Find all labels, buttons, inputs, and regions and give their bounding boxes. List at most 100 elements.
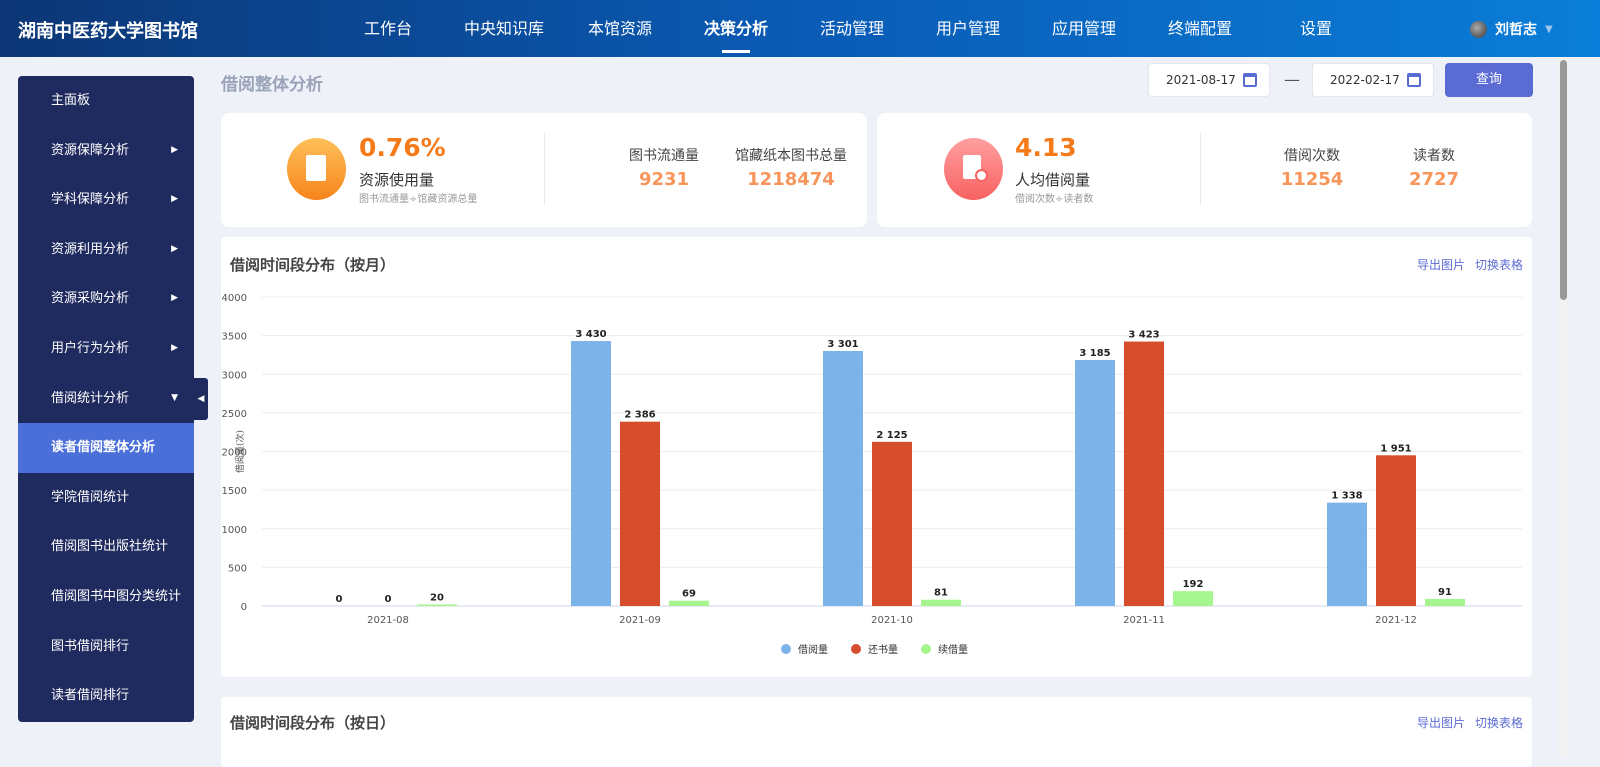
chevron-down-icon: ▼ [1545,23,1553,35]
sidebar-item-label: 主面板 [51,93,91,108]
data-label: 1 338 [1331,491,1362,502]
y-tick-label: 1000 [222,525,247,536]
nav-item[interactable]: 中央知识库 [446,0,562,57]
stat-borrow-count: 借阅次数 11254 [1242,145,1382,190]
sidebar-item-label: 用户行为分析 [51,340,130,356]
collapse-sidebar-button[interactable]: ◀ [194,378,208,420]
stat-title: 借阅次数 [1284,148,1340,164]
sidebar-item-label: 资源利用分析 [51,241,130,257]
bar[interactable] [1327,502,1367,606]
y-tick-label: 3000 [222,370,247,381]
nav-item[interactable]: 应用管理 [1026,0,1142,57]
per-capita-card: 4.13 人均借阅量 借阅次数÷读者数 借阅次数 11254 读者数 2727 [877,113,1532,227]
sidebar-item-label: 学科保障分析 [51,192,130,208]
data-label: 91 [1438,587,1452,598]
sidebar-item[interactable]: 读者借阅排行 [18,671,194,721]
nav-item[interactable]: 设置 [1258,0,1374,57]
bar[interactable] [417,604,457,606]
sidebar-item[interactable]: 用户行为分析 ▶ [18,324,194,374]
stat-title: 图书流通量 [629,148,699,164]
user-menu[interactable]: 刘哲志 ▼ [1470,19,1553,39]
export-image-link[interactable]: 导出图片 [1417,714,1465,731]
bar[interactable] [921,599,961,606]
data-label: 192 [1183,579,1204,590]
date-from-input[interactable]: 2021-08-17 [1148,63,1270,97]
x-tick-label: 2021-12 [1375,615,1417,626]
bar[interactable] [669,600,709,606]
query-button[interactable]: 查询 [1445,63,1533,97]
sidebar-item[interactable]: 读者借阅整体分析 [18,423,194,473]
stat-value: 9231 [638,169,690,190]
book-icon [287,138,346,200]
sidebar-item-label: 借阅图书中图分类统计 [51,588,182,604]
bar[interactable] [1376,455,1416,606]
bar[interactable] [1425,598,1465,606]
x-tick-label: 2021-09 [619,615,661,626]
stat-value: 1218474 [747,169,835,190]
monthly-chart-card: 借阅时间段分布（按月） 导出图片 切换表格 0 500 1000 1500 2000 250… [221,237,1532,677]
data-label: 3 423 [1128,330,1159,341]
data-label: 3 185 [1079,348,1110,359]
sidebar-item[interactable]: 主面板 [18,76,194,126]
usage-label: 资源使用量 [359,171,435,189]
stat-title: 馆藏纸本图书总量 [735,148,847,164]
sidebar-item[interactable]: 资源利用分析 ▶ [18,225,194,275]
caret-right-icon: ▶ [171,293,178,304]
y-tick-label: 0 [241,602,247,613]
nav-item[interactable]: 终端配置 [1142,0,1258,57]
sidebar-item[interactable]: 学院借阅统计 [18,473,194,523]
date-from-value: 2021-08-17 [1166,73,1236,87]
stat-title: 读者数 [1413,148,1455,164]
legend-label[interactable]: 借阅量 [798,643,828,656]
y-tick-label: 4000 [222,293,247,304]
sidebar-item[interactable]: 学科保障分析 ▶ [18,175,194,225]
data-label: 0 [385,594,392,605]
bar[interactable] [1173,591,1213,606]
sidebar-item-label: 图书借阅排行 [51,638,130,654]
sidebar-item[interactable]: 借阅图书中图分类统计 [18,572,194,622]
sidebar-item-label: 资源保障分析 [51,142,130,158]
bar[interactable] [1075,359,1115,606]
sidebar-item[interactable]: 图书借阅排行 [18,622,194,672]
date-separator: — [1284,70,1300,89]
avatar [1470,20,1487,38]
bar[interactable] [823,350,863,606]
y-tick-label: 2500 [222,409,247,420]
per-capita-formula: 借阅次数÷读者数 [1015,194,1094,205]
bar-chart: 0 500 1000 1500 20 0 0 2500 3000 3500 4000 借阅量(次) 20… [222,293,1522,656]
sidebar-item-label: 资源采购分析 [51,291,130,307]
sidebar-item-label: 学院借阅统计 [51,489,130,505]
stat-readers: 读者数 2727 [1364,145,1504,190]
usage-value: 0.76% [359,133,446,162]
nav-item[interactable]: 活动管理 [794,0,910,57]
data-label: 69 [682,589,696,600]
scrollbar-thumb[interactable] [1560,60,1567,300]
caret-down-icon: ▼ [171,392,178,403]
legend-marker [921,644,931,654]
legend-label[interactable]: 还书量 [868,644,898,656]
nav-item[interactable]: 决策分析 [678,0,794,57]
toggle-table-link[interactable]: 切换表格 [1475,714,1523,731]
nav-item[interactable]: 用户管理 [910,0,1026,57]
bar[interactable] [872,441,912,606]
sidebar-item[interactable]: 资源采购分析 ▶ [18,274,194,324]
date-to-input[interactable]: 2022-02-17 [1312,63,1434,97]
nav-item[interactable]: 工作台 [330,0,446,57]
sidebar-item[interactable]: 资源保障分析 ▶ [18,126,194,176]
legend-label[interactable]: 续借量 [938,643,968,656]
chart-title: 借阅时间段分布（按日） [230,714,396,732]
caret-right-icon: ▶ [171,342,178,353]
bar[interactable] [571,341,611,606]
calendar-icon [1407,73,1421,87]
x-tick-label: 2021-10 [871,615,913,626]
divider [544,133,545,205]
sidebar-item[interactable]: 借阅图书出版社统计 [18,522,194,572]
sidebar-item[interactable]: 借阅统计分析 ▼ [18,374,194,424]
bar[interactable] [1124,341,1164,606]
y-tick-label: 500 [228,563,247,574]
bar[interactable] [620,421,660,606]
legend-marker [781,644,791,654]
nav-item[interactable]: 本馆资源 [562,0,678,57]
date-to-value: 2022-02-17 [1330,73,1400,87]
data-label: 3 430 [575,329,606,340]
